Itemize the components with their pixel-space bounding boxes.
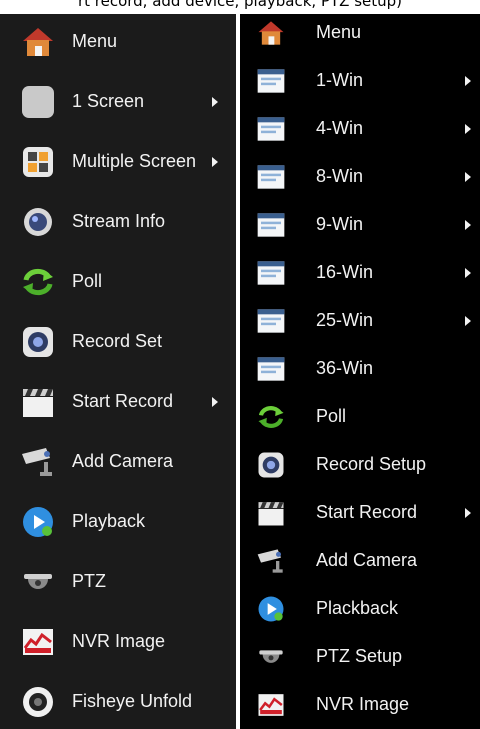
submenu-arrow-icon (465, 172, 471, 182)
menu-item-label: Start Record (316, 502, 418, 522)
menu-item-label: Multiple Screen (72, 151, 197, 171)
submenu-arrow-icon (212, 397, 218, 407)
menu-item-36-win[interactable]: 36-Win (240, 346, 480, 392)
submenu-arrow-icon (212, 157, 218, 167)
record-camera-icon (20, 324, 56, 360)
record-camera-icon (256, 450, 286, 480)
menu-item-label: Menu (316, 22, 362, 42)
cctv-camera-icon (20, 444, 56, 480)
window-icon (256, 162, 286, 192)
menu-item-menu[interactable]: Menu (0, 14, 236, 70)
menu-item-16-win[interactable]: 16-Win (240, 250, 480, 296)
menu-item-25-win[interactable]: 25-Win (240, 298, 480, 344)
menu-item-4-win[interactable]: 4-Win (240, 106, 480, 152)
menu-item-label: 25-Win (316, 310, 374, 330)
menu-item-label: PTZ Setup (316, 646, 403, 666)
submenu-arrow-icon (465, 220, 471, 230)
menu-item-playback[interactable]: Playback (0, 494, 236, 550)
menu-item-label: NVR Image (316, 694, 410, 714)
menu-item-playback[interactable]: Plackback (240, 586, 480, 632)
menu-item-start-record[interactable]: Start Record (0, 374, 236, 430)
menu-item-fisheye-unfold[interactable]: Fisheye Unfold (0, 674, 236, 729)
window-icon (256, 306, 286, 336)
multi-screen-icon (20, 144, 56, 180)
dome-camera-icon (20, 564, 56, 600)
menu-item-menu[interactable]: Menu (240, 14, 480, 56)
menu-item-label: 9-Win (316, 214, 364, 234)
menu-item-label: Add Camera (316, 550, 418, 570)
submenu-arrow-icon (212, 97, 218, 107)
menu-item-label: Record Set (72, 331, 163, 351)
menu-item-label: Stream Info (72, 211, 166, 231)
menu-item-label: Record Setup (316, 454, 427, 474)
window-icon (256, 354, 286, 384)
cycle-arrows-icon (20, 264, 56, 300)
menu-item-label: 16-Win (316, 262, 374, 282)
menu-item-record-setup[interactable]: Record Setup (240, 442, 480, 488)
submenu-arrow-icon (465, 508, 471, 518)
cycle-arrows-icon (256, 402, 286, 432)
caption-text: rt record, add device, playback, PTZ set… (77, 0, 403, 10)
menu-item-9-win[interactable]: 9-Win (240, 202, 480, 248)
menu-item-ptz-setup[interactable]: PTZ Setup (240, 634, 480, 680)
menu-item-label: 8-Win (316, 166, 364, 186)
menu-item-label: Poll (316, 406, 347, 426)
menu-item-poll[interactable]: Poll (0, 254, 236, 310)
context-menu-left: Menu 1 Screen Multiple Screen Stream Inf… (0, 14, 236, 729)
menu-item-1-win[interactable]: 1-Win (240, 58, 480, 104)
submenu-arrow-icon (465, 316, 471, 326)
dome-camera-icon (256, 642, 286, 672)
house-icon (20, 24, 56, 60)
menu-item-label: Fisheye Unfold (72, 691, 193, 711)
menu-item-label: Menu (72, 31, 118, 51)
fisheye-icon (20, 684, 56, 720)
image-chart-icon (256, 690, 286, 720)
playback-icon (256, 594, 286, 624)
menu-item-label: Add Camera (72, 451, 174, 471)
single-screen-icon (20, 84, 56, 120)
lens-icon (20, 204, 56, 240)
menu-item-nvr-image[interactable]: NVR Image (0, 614, 236, 670)
menu-item-ptz[interactable]: PTZ (0, 554, 236, 610)
menu-item-add-camera[interactable]: Add Camera (0, 434, 236, 490)
menu-item-label: NVR Image (72, 631, 166, 651)
menu-item-record-set[interactable]: Record Set (0, 314, 236, 370)
menu-item-multiple-screen[interactable]: Multiple Screen (0, 134, 236, 190)
window-icon (256, 210, 286, 240)
image-chart-icon (20, 624, 56, 660)
menu-item-label: 1-Win (316, 70, 364, 90)
submenu-arrow-icon (465, 124, 471, 134)
menu-item-add-camera[interactable]: Add Camera (240, 538, 480, 584)
menu-item-nvr-image[interactable]: NVR Image (240, 682, 480, 728)
submenu-arrow-icon (465, 268, 471, 278)
menu-item-label: Plackback (316, 598, 399, 618)
playback-icon (20, 504, 56, 540)
menu-item-1-screen[interactable]: 1 Screen (0, 74, 236, 130)
window-icon (256, 114, 286, 144)
menu-item-label: Poll (72, 271, 103, 291)
menu-item-label: 1 Screen (72, 91, 145, 111)
context-menu-right: Menu 1-Win 4-Win 8-Win 9-Win 16-Win 25-W… (240, 14, 480, 729)
menu-item-label: 4-Win (316, 118, 364, 138)
window-icon (256, 66, 286, 96)
menu-item-label: Playback (72, 511, 146, 531)
clapperboard-icon (256, 498, 286, 528)
menu-item-stream-info[interactable]: Stream Info (0, 194, 236, 250)
menu-item-8-win[interactable]: 8-Win (240, 154, 480, 200)
menu-item-start-record[interactable]: Start Record (240, 490, 480, 536)
house-icon (256, 18, 286, 48)
menu-item-poll[interactable]: Poll (240, 394, 480, 440)
menu-item-label: Start Record (72, 391, 174, 411)
submenu-arrow-icon (465, 76, 471, 86)
menu-item-label: PTZ (72, 571, 106, 591)
clapperboard-icon (20, 384, 56, 420)
window-icon (256, 258, 286, 288)
menu-item-label: 36-Win (316, 358, 374, 378)
cctv-camera-icon (256, 546, 286, 576)
